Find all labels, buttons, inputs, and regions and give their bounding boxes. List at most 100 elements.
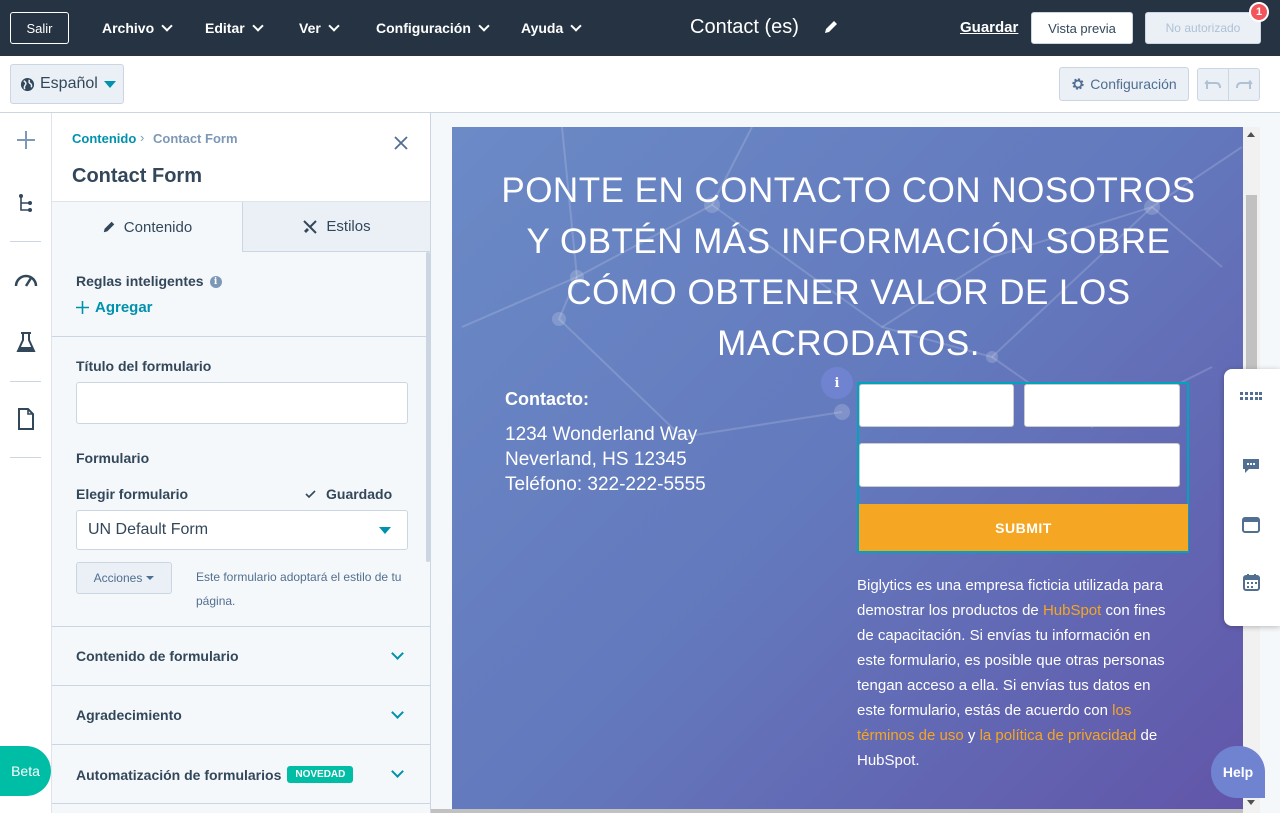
- publish-button-disabled[interactable]: No autorizado: [1145, 12, 1261, 44]
- form-select-dropdown[interactable]: UN Default Form: [76, 510, 408, 550]
- flask-icon: [16, 332, 36, 352]
- contact-heading: Contacto:: [505, 389, 589, 409]
- language-selector[interactable]: Español: [10, 64, 124, 104]
- divider: [52, 803, 430, 804]
- tab-styles[interactable]: Estilos: [243, 202, 430, 252]
- add-smart-rule-link[interactable]: Agregar: [76, 299, 153, 316]
- accordion-form-content[interactable]: Contenido de formulario: [52, 626, 430, 685]
- accordion-label: Agradecimiento: [76, 707, 182, 723]
- form-disclaimer: Biglytics es una empresa ficticia utiliz…: [857, 573, 1177, 773]
- exit-button[interactable]: Salir: [10, 12, 69, 44]
- saved-status: Guardado: [305, 486, 392, 502]
- browser-window-icon: [1242, 517, 1260, 533]
- accordion-thank-you[interactable]: Agradecimiento: [52, 685, 430, 744]
- hero-heading: PONTE EN CONTACTO CON NOSOTROS Y OBTÉN M…: [501, 171, 1196, 363]
- form-title-input[interactable]: [76, 382, 408, 424]
- chevron-down-icon: [161, 19, 173, 32]
- divider: [52, 336, 430, 337]
- actions-dropdown-button[interactable]: Acciones: [76, 562, 172, 594]
- notification-badge[interactable]: 1: [1249, 2, 1269, 22]
- preview-horizontal-scrollbar[interactable]: [431, 809, 1243, 813]
- menu-view[interactable]: Ver: [299, 0, 340, 56]
- scroll-up-arrow-icon[interactable]: [1247, 132, 1255, 137]
- tree-structure-icon: [19, 194, 32, 212]
- accordion-label: Automatización de formularios: [76, 766, 282, 783]
- save-link[interactable]: Guardar: [960, 19, 1018, 36]
- panel-tabs: Contenido Estilos: [52, 202, 430, 252]
- redo-button[interactable]: [1228, 68, 1260, 101]
- info-icon[interactable]: i: [209, 276, 222, 289]
- form-section-label: Formulario: [76, 450, 150, 466]
- beta-button[interactable]: Beta: [0, 746, 51, 796]
- menu-edit[interactable]: Editar: [205, 0, 264, 56]
- address-line-1: 1234 Wonderland Way: [505, 424, 698, 445]
- left-icon-rail: [0, 113, 52, 813]
- plus-icon: [17, 131, 35, 149]
- floating-tools-panel: [1224, 369, 1280, 626]
- smart-rules-text: Reglas inteligentes: [76, 273, 204, 289]
- actions-label: Acciones: [93, 571, 143, 585]
- privacy-policy-link[interactable]: la política de privacidad: [980, 727, 1137, 744]
- smart-rules-label: Reglas inteligentes i: [76, 273, 222, 289]
- redo-icon: [1236, 79, 1253, 89]
- checkmark-icon: [305, 489, 316, 498]
- submit-button[interactable]: SUBMIT: [859, 504, 1188, 551]
- page-settings-button[interactable]: [14, 407, 38, 431]
- menu-settings-label: Configuración: [376, 20, 471, 36]
- preview-button[interactable]: Vista previa: [1031, 12, 1133, 44]
- settings-button[interactable]: Configuración: [1059, 67, 1189, 101]
- optimize-button[interactable]: [14, 268, 38, 292]
- grid-dots-icon: [1240, 392, 1262, 400]
- breadcrumb-content-link[interactable]: Contenido: [72, 131, 136, 146]
- form-title-label: Título del formulario: [76, 358, 212, 374]
- menu-help-label: Ayuda: [521, 20, 564, 36]
- calendar-icon: [1242, 574, 1260, 591]
- add-module-button[interactable]: [14, 128, 38, 152]
- module-info-badge[interactable]: i: [821, 367, 853, 399]
- edit-pencil-icon[interactable]: [823, 19, 839, 35]
- chevron-down-icon: [478, 19, 490, 32]
- caret-down-icon: [379, 527, 391, 534]
- rail-divider: [10, 241, 41, 242]
- caret-down-icon: [103, 80, 116, 88]
- page-name: Contact (es): [690, 16, 799, 38]
- address-line-2: Neverland, HS 12345: [505, 449, 687, 470]
- scroll-down-arrow-icon[interactable]: [1247, 800, 1255, 805]
- menu-help[interactable]: Ayuda: [521, 0, 582, 56]
- menu-edit-label: Editar: [205, 20, 245, 36]
- chevron-down-icon: [391, 647, 404, 660]
- close-icon[interactable]: [392, 134, 410, 152]
- tab-styles-label: Estilos: [326, 218, 371, 235]
- module-editor-panel: Contenido › Contact Form Contact Form Co…: [52, 113, 431, 813]
- rail-divider: [10, 381, 41, 382]
- menu-file[interactable]: Archivo: [102, 0, 173, 56]
- chevron-down-icon: [252, 19, 264, 32]
- help-button[interactable]: Help: [1211, 746, 1265, 798]
- page-preview: PONTE EN CONTACTO CON NOSOTROS Y OBTÉN M…: [452, 127, 1243, 813]
- chat-button[interactable]: [1240, 455, 1262, 477]
- chevron-down-icon: [328, 19, 340, 32]
- undo-button[interactable]: [1197, 68, 1229, 101]
- structure-button[interactable]: [14, 191, 38, 215]
- caret-down-icon: [146, 576, 155, 580]
- test-button[interactable]: [14, 331, 38, 355]
- calendar-button[interactable]: [1240, 571, 1262, 593]
- accordion-label: Contenido de formulario: [76, 648, 239, 664]
- window-button[interactable]: [1240, 514, 1262, 536]
- accordion-label-group: Automatización de formularios NOVEDAD: [76, 766, 354, 783]
- menu-view-label: Ver: [299, 20, 321, 36]
- speedometer-icon: [14, 274, 38, 287]
- language-label: Español: [40, 75, 98, 92]
- lastname-field[interactable]: [1024, 384, 1180, 427]
- new-badge: NOVEDAD: [287, 766, 354, 783]
- add-link-label: Agregar: [95, 299, 153, 316]
- phone-line: Teléfono: 322-222-5555: [505, 474, 706, 495]
- apps-grid-button[interactable]: [1240, 385, 1262, 407]
- tab-content[interactable]: Contenido: [52, 202, 243, 252]
- menu-settings[interactable]: Configuración: [376, 0, 490, 56]
- email-field[interactable]: [859, 443, 1180, 487]
- hubspot-link[interactable]: HubSpot: [1043, 602, 1101, 619]
- firstname-field[interactable]: [859, 384, 1014, 427]
- chevron-down-icon: [391, 765, 404, 778]
- panel-scrollbar[interactable]: [426, 252, 430, 562]
